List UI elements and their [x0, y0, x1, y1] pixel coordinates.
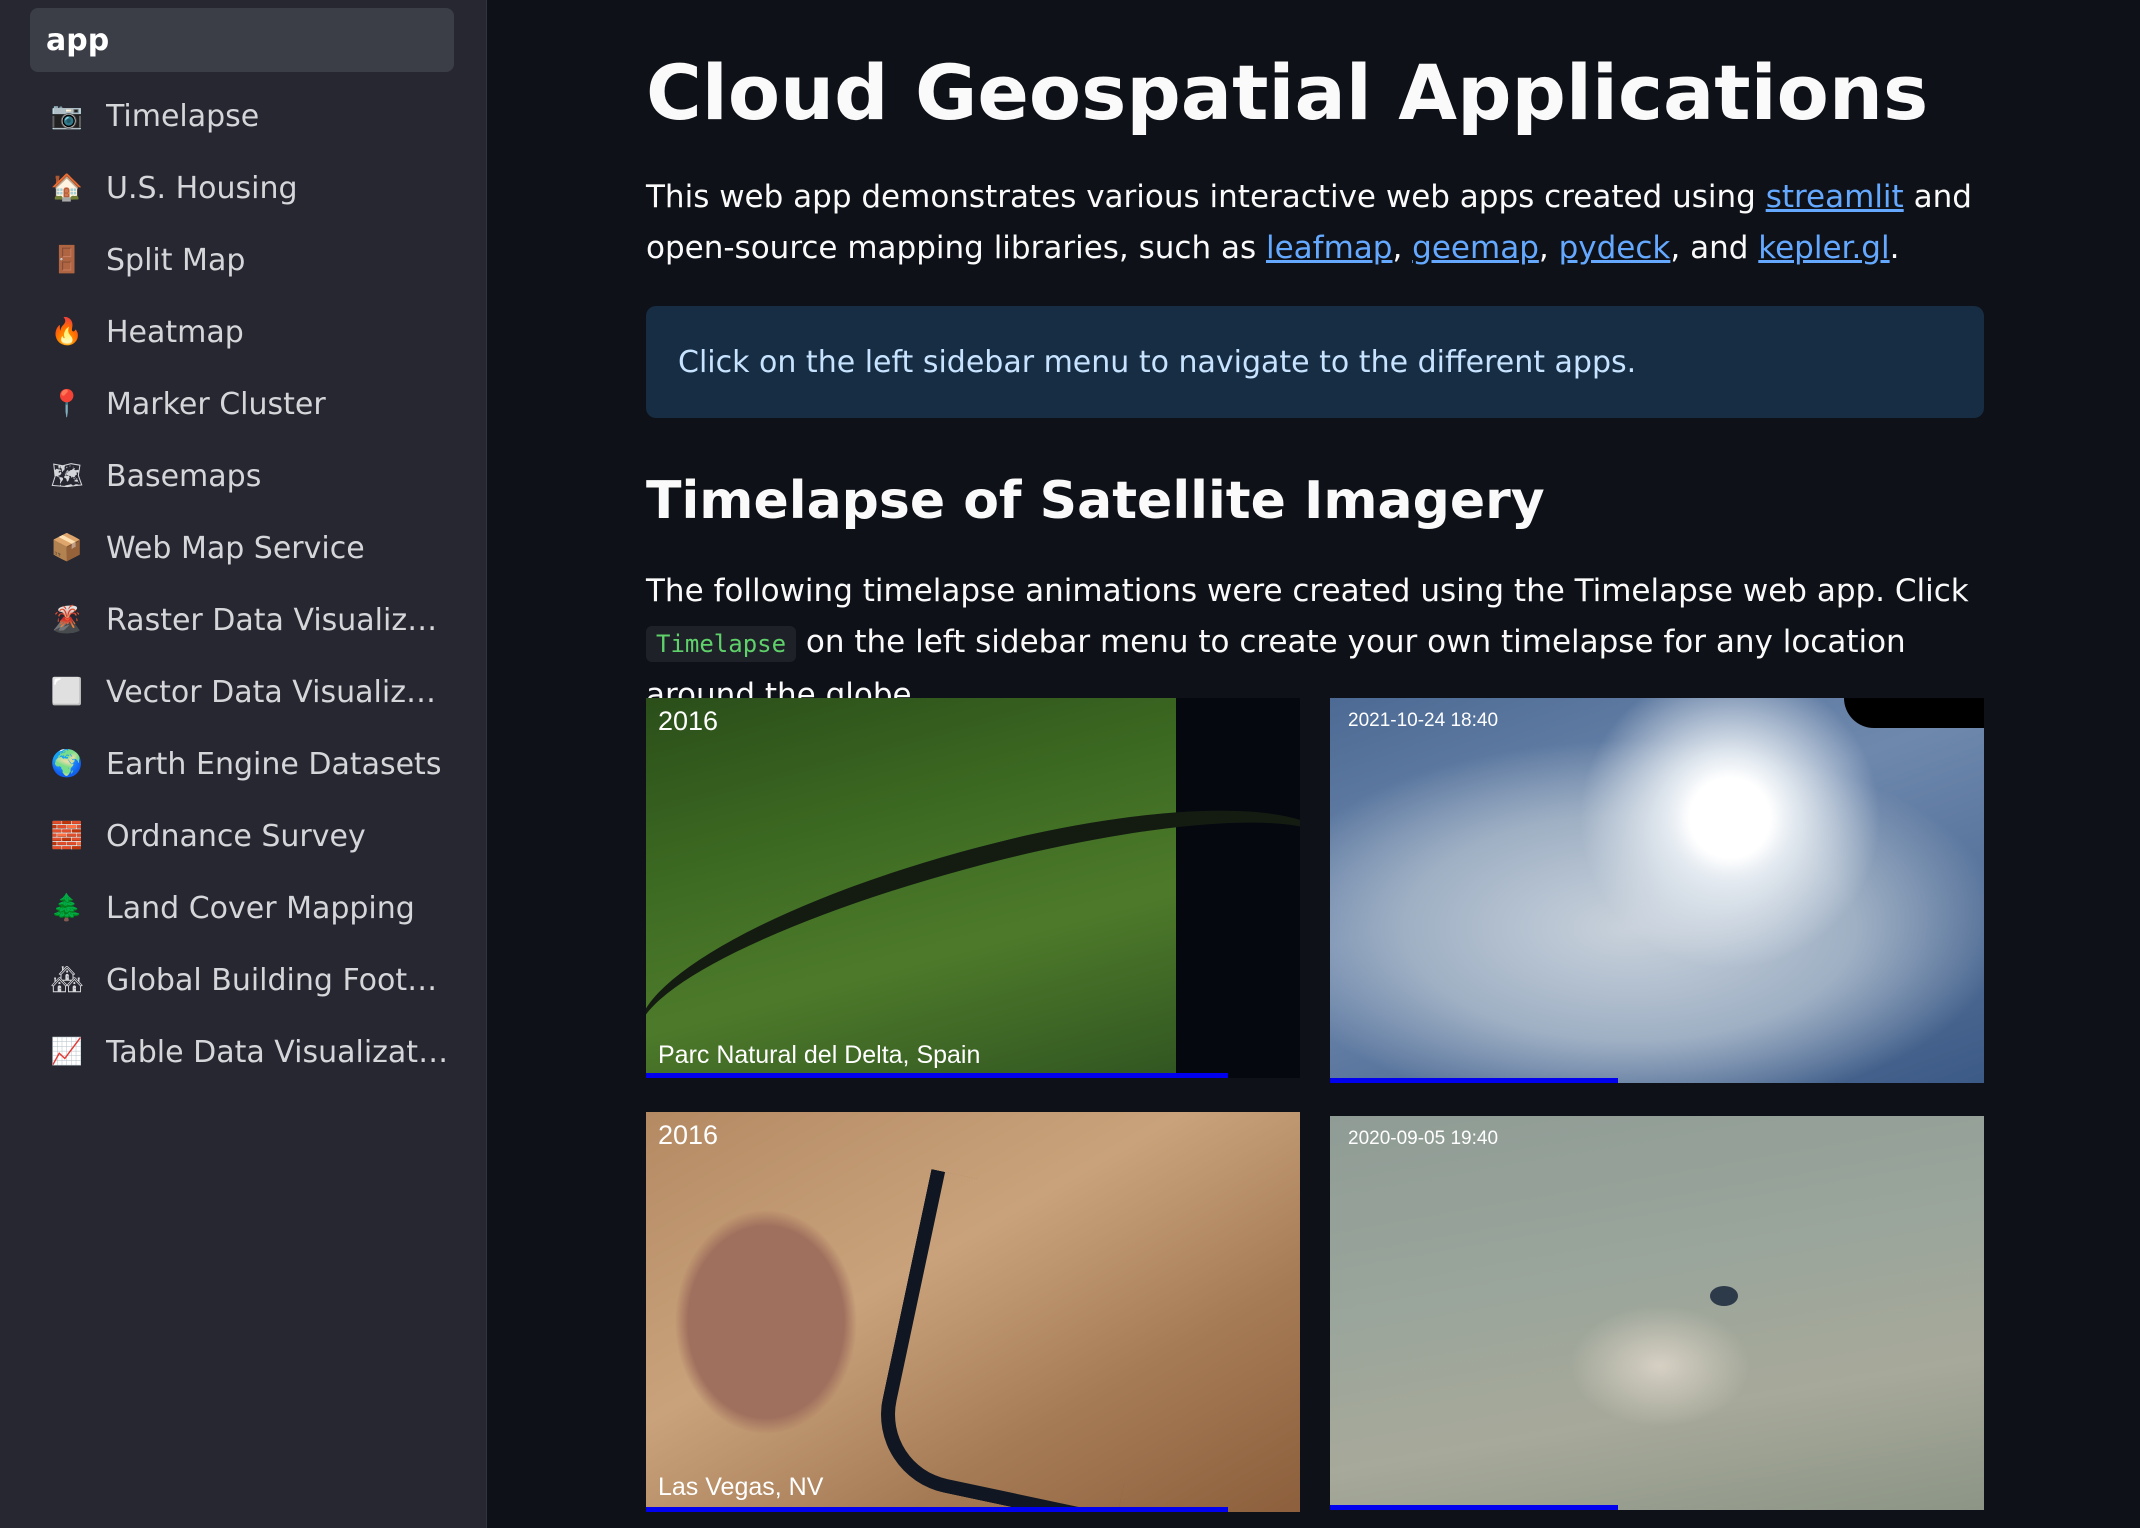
intro-paragraph: This web app demonstrates various intera…: [646, 172, 1984, 274]
volcano-icon: 🌋: [50, 605, 84, 635]
intro-text: .: [1889, 230, 1900, 266]
sidebar-item-basemaps[interactable]: 🗺 Basemaps: [30, 440, 454, 512]
sidebar-item-heatmap[interactable]: 🔥 Heatmap: [30, 296, 454, 368]
sidebar-item-label: Land Cover Mapping: [106, 890, 415, 926]
intro-text: ,: [1392, 230, 1413, 266]
sidebar-item-global-building[interactable]: 🏘 Global Building Footpr…: [30, 944, 454, 1016]
sidebar-item-split-map[interactable]: 🚪 Split Map: [30, 224, 454, 296]
space-area: [1844, 698, 1984, 728]
sidebar-item-table-data[interactable]: 📈 Table Data Visualization: [30, 1016, 454, 1088]
house-icon: 🏠: [50, 173, 84, 203]
sidebar-item-label: Table Data Visualization: [106, 1034, 454, 1070]
lake-spot: [1710, 1286, 1738, 1306]
sidebar-item-label: U.S. Housing: [106, 170, 298, 206]
fire-icon: 🔥: [50, 317, 84, 347]
pin-icon: 📍: [50, 389, 84, 419]
leafmap-link[interactable]: leafmap: [1266, 230, 1392, 266]
sidebar-item-earth-engine[interactable]: 🌍 Earth Engine Datasets: [30, 728, 454, 800]
sidebar-item-vector-data[interactable]: ⬜ Vector Data Visualization: [30, 656, 454, 728]
sidebar-item-label: Basemaps: [106, 458, 262, 494]
tile-location-label: Parc Natural del Delta, Spain: [658, 1041, 981, 1069]
sidebar-item-label: Marker Cluster: [106, 386, 326, 422]
info-box: Click on the left sidebar menu to naviga…: [646, 306, 1984, 418]
sidebar-item-web-map-service[interactable]: 📦 Web Map Service: [30, 512, 454, 584]
timelapse-storm-image: 2021-10-24 18:40: [1330, 698, 1984, 1083]
sidebar-item-ordnance-survey[interactable]: 🧱 Ordnance Survey: [30, 800, 454, 872]
sidebar-item-label: Ordnance Survey: [106, 818, 366, 854]
package-icon: 📦: [50, 533, 84, 563]
lake-mead: [866, 1169, 1180, 1512]
sidebar-item-app[interactable]: app: [30, 8, 454, 72]
sidebar-item-label: Split Map: [106, 242, 246, 278]
page-title: Cloud Geospatial Applications: [646, 48, 1929, 137]
intro-text: , and: [1670, 230, 1759, 266]
tile-year-label: 2016: [658, 1120, 719, 1150]
timelapse-delta-image: 2016 Parc Natural del Delta, Spain: [646, 698, 1300, 1078]
tree-icon: 🌲: [50, 893, 84, 923]
sidebar-item-label: Earth Engine Datasets: [106, 746, 442, 782]
tile-year-label: 2016: [658, 706, 719, 736]
sidebar-item-marker-cluster[interactable]: 📍 Marker Cluster: [30, 368, 454, 440]
geemap-link[interactable]: geemap: [1412, 230, 1539, 266]
info-text: Click on the left sidebar menu to naviga…: [678, 344, 1637, 380]
timelapse-progress-bar: [646, 1507, 1229, 1512]
door-icon: 🚪: [50, 245, 84, 275]
houses-icon: 🏘: [50, 965, 84, 995]
intro-text: ,: [1538, 230, 1559, 266]
timelapse-code: Timelapse: [646, 626, 797, 662]
square-icon: ⬜: [50, 677, 84, 707]
sidebar-item-raster-data[interactable]: 🌋 Raster Data Visualization: [30, 584, 454, 656]
sidebar-item-label: Web Map Service: [106, 530, 365, 566]
pydeck-link[interactable]: pydeck: [1559, 230, 1671, 266]
tile-location-label: Las Vegas, NV: [658, 1473, 824, 1501]
chart-icon: 📈: [50, 1037, 84, 1067]
sidebar-item-label: Timelapse: [106, 98, 260, 134]
timelapse-progress-bar: [646, 1073, 1229, 1078]
sidebar: app 📷 Timelapse 🏠 U.S. Housing 🚪 Split M…: [0, 0, 487, 1528]
section-text: The following timelapse animations were …: [646, 573, 1969, 609]
tile-timestamp-label: 2020-09-05 19:40: [1348, 1128, 1499, 1149]
timelapse-progress-bar: [1330, 1078, 1618, 1083]
kepler-link[interactable]: kepler.gl: [1758, 230, 1889, 266]
bricks-icon: 🧱: [50, 821, 84, 851]
sidebar-item-label: app: [46, 22, 110, 58]
timelapse-smoke-image: 2020-09-05 19:40: [1330, 1116, 1984, 1510]
timelapse-progress-bar: [1330, 1505, 1618, 1510]
intro-text: This web app demonstrates various intera…: [646, 179, 1766, 215]
section-title: Timelapse of Satellite Imagery: [646, 471, 1545, 531]
sidebar-item-us-housing[interactable]: 🏠 U.S. Housing: [30, 152, 454, 224]
sidebar-item-label: Raster Data Visualization: [106, 602, 454, 638]
tile-timestamp-label: 2021-10-24 18:40: [1348, 710, 1499, 731]
sidebar-item-label: Global Building Footpr…: [106, 962, 454, 998]
sidebar-item-timelapse[interactable]: 📷 Timelapse: [30, 80, 454, 152]
sidebar-item-label: Heatmap: [106, 314, 244, 350]
sidebar-item-label: Vector Data Visualization: [106, 674, 454, 710]
streamlit-link[interactable]: streamlit: [1766, 179, 1904, 215]
map-icon: 🗺: [50, 461, 84, 491]
timelapse-vegas-image: 2016 Las Vegas, NV: [646, 1112, 1300, 1512]
sidebar-nav: app 📷 Timelapse 🏠 U.S. Housing 🚪 Split M…: [30, 8, 454, 1088]
sidebar-item-land-cover[interactable]: 🌲 Land Cover Mapping: [30, 872, 454, 944]
camera-icon: 📷: [50, 101, 84, 131]
globe-icon: 🌍: [50, 749, 84, 779]
